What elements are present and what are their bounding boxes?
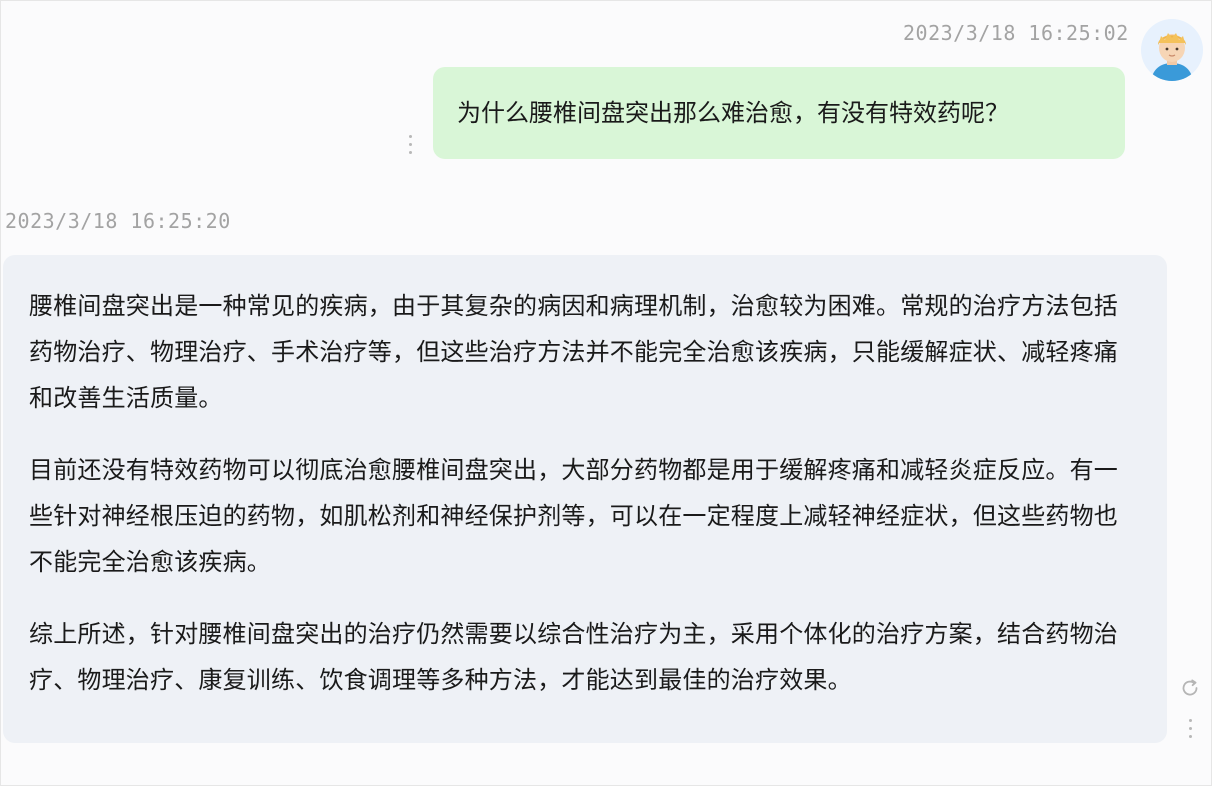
assistant-message-timestamp: 2023/3/18 16:25:20 — [5, 209, 231, 233]
user-message-bubble: 为什么腰椎间盘突出那么难治愈，有没有特效药呢？ — [433, 67, 1125, 159]
avatar-icon — [1141, 19, 1203, 81]
assistant-paragraph-3: 综上所述，针对腰椎间盘突出的治疗仍然需要以综合性治疗为主，采用个体化的治疗方案，… — [29, 620, 1118, 694]
user-message-more-icon[interactable] — [407, 135, 413, 154]
assistant-paragraph-2: 目前还没有特效药物可以彻底治愈腰椎间盘突出，大部分药物都是用于缓解疼痛和减轻炎症… — [29, 456, 1118, 576]
assistant-paragraph-1: 腰椎间盘突出是一种常见的疾病，由于其复杂的病因和病理机制，治愈较为困难。常规的治… — [29, 292, 1118, 412]
user-message-text: 为什么腰椎间盘突出那么难治愈，有没有特效药呢？ — [457, 99, 1009, 127]
assistant-message-bubble: 腰椎间盘突出是一种常见的疾病，由于其复杂的病因和病理机制，治愈较为困难。常规的治… — [3, 255, 1167, 743]
regenerate-icon[interactable] — [1179, 677, 1201, 699]
chat-window: 2023/3/18 16:25:02 为什么腰椎间盘突出那么难治愈，有没有特效药… — [0, 0, 1212, 786]
assistant-message-more-icon[interactable] — [1187, 719, 1193, 738]
user-avatar[interactable] — [1141, 19, 1203, 81]
user-message-timestamp: 2023/3/18 16:25:02 — [903, 21, 1129, 45]
